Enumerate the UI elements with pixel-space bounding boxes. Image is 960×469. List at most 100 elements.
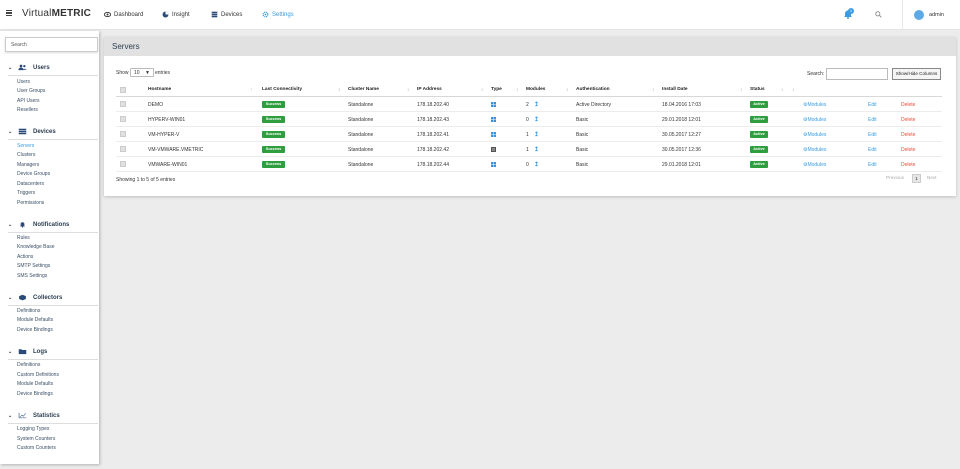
sidebar-item-device-bindings[interactable]: Device Bindings <box>17 327 53 333</box>
row-checkbox[interactable] <box>120 131 126 137</box>
nav-dashboard[interactable]: Dashboard <box>104 11 143 18</box>
column-header-cluster-name[interactable]: Cluster Name <box>348 87 379 92</box>
select-all-checkbox[interactable] <box>120 87 126 93</box>
cell-hostname[interactable]: VM-VMWARE.VMETRIC <box>148 147 203 153</box>
cell-authentication: Active Directory <box>576 102 612 108</box>
nav-settings[interactable]: Settings <box>262 11 294 18</box>
sidebar-search-input[interactable] <box>5 37 98 52</box>
column-header-ip-address[interactable]: IP Address <box>417 87 442 92</box>
delete-link[interactable]: Delete <box>901 162 915 168</box>
column-header-type[interactable]: Type <box>491 87 502 92</box>
section-logs[interactable]: ⌄ Logs <box>8 348 47 355</box>
section-collectors[interactable]: ⌄ Collectors <box>8 294 62 301</box>
sidebar-item-actions[interactable]: Actions <box>17 254 33 260</box>
status-badge: Active <box>750 161 768 168</box>
cell-hostname[interactable]: VMWARE-WIN01 <box>148 162 187 168</box>
sidebar-item-knowledge-base[interactable]: Knowledge Base <box>17 244 55 250</box>
column-header-hostname[interactable]: Hostname <box>148 87 171 92</box>
edit-link[interactable]: Edit <box>868 147 877 153</box>
sort-icon[interactable]: ↕ <box>338 87 340 92</box>
modules-link[interactable]: ⚙Modules <box>803 132 826 138</box>
pagination-next[interactable]: Next <box>927 175 936 180</box>
column-header-status[interactable]: Status <box>750 87 765 92</box>
modules-link[interactable]: ⚙Modules <box>803 147 826 153</box>
sidebar-item-module-defaults[interactable]: Module Defaults <box>17 317 53 323</box>
sort-icon[interactable]: ↕ <box>792 87 794 92</box>
eye-icon <box>104 11 111 18</box>
column-header-authentication[interactable]: Authentication <box>576 87 610 92</box>
user-name[interactable]: admin <box>929 12 944 18</box>
sidebar-item-permissions[interactable]: Permissions <box>17 200 44 206</box>
edit-link[interactable]: Edit <box>868 102 877 108</box>
sidebar-item-api-users[interactable]: API Users <box>17 98 40 104</box>
row-checkbox[interactable] <box>120 161 126 167</box>
search-icon[interactable] <box>875 11 882 18</box>
page-size-select[interactable]: 10 ▼ <box>130 68 154 77</box>
row-checkbox[interactable] <box>120 146 126 152</box>
delete-link[interactable]: Delete <box>901 147 915 153</box>
sidebar-item-servers[interactable]: Servers <box>17 143 34 149</box>
menu-icon[interactable] <box>6 10 12 16</box>
sidebar-item-smtp-settings[interactable]: SMTP Settings <box>17 263 50 269</box>
cell-hostname[interactable]: DEMO <box>148 102 163 108</box>
sidebar-item-device-groups[interactable]: Device Groups <box>17 171 50 177</box>
sidebar-item-datacenters[interactable]: Datacenters <box>17 181 44 187</box>
column-header-modules[interactable]: Modules <box>526 87 545 92</box>
nav-insight[interactable]: Insight <box>162 11 190 18</box>
section-devices[interactable]: ⌄ Devices <box>8 128 56 135</box>
sort-icon[interactable]: ↕ <box>516 87 518 92</box>
sidebar-item-sms-settings[interactable]: SMS Settings <box>17 273 47 279</box>
delete-link[interactable]: Delete <box>901 102 915 108</box>
sidebar-item-resellers[interactable]: Resellers <box>17 107 38 113</box>
row-checkbox[interactable] <box>120 101 126 107</box>
sidebar-item-custom-counters[interactable]: Custom Counters <box>17 445 56 451</box>
sidebar-item-custom-definitions[interactable]: Custom Definitions <box>17 372 59 378</box>
sort-icon[interactable]: ↕ <box>481 87 483 92</box>
sidebar-item-log-definitions[interactable]: Definitions <box>17 362 40 368</box>
table-search-input[interactable] <box>826 68 888 80</box>
sidebar-item-rules[interactable]: Rules <box>17 235 30 241</box>
sort-icon[interactable]: ↕ <box>740 87 742 92</box>
column-header-install-date[interactable]: Install Date <box>662 87 688 92</box>
row-checkbox[interactable] <box>120 116 126 122</box>
sidebar-item-system-counters[interactable]: System Counters <box>17 436 55 442</box>
nav-devices[interactable]: Devices <box>211 11 242 18</box>
pagination-current[interactable]: 1 <box>912 174 921 183</box>
section-statistics[interactable]: ⌄ Statistics <box>8 412 60 419</box>
modules-link[interactable]: ⚙Modules <box>803 117 826 123</box>
cell-hostname[interactable]: HYPERV-WIN01 <box>148 117 185 123</box>
sort-icon[interactable]: ↕ <box>566 87 568 92</box>
show-hide-columns-button[interactable]: Show/Hide Columns <box>892 68 941 80</box>
edit-link[interactable]: Edit <box>868 162 877 168</box>
cell-hostname[interactable]: VM-HYPER-V <box>148 132 179 138</box>
sort-icon[interactable]: ↕ <box>652 87 654 92</box>
column-header-last-connectivity[interactable]: Last Connectivity <box>262 87 302 92</box>
brand-logo[interactable]: VirtualMETRIC <box>22 8 91 19</box>
avatar[interactable] <box>914 10 924 20</box>
edit-link[interactable]: Edit <box>868 132 877 138</box>
edit-link[interactable]: Edit <box>868 117 877 123</box>
sidebar-item-managers[interactable]: Managers <box>17 162 39 168</box>
modules-link[interactable]: ⚙Modules <box>803 162 826 168</box>
section-users[interactable]: ⌄ Users <box>8 64 50 71</box>
sidebar-item-triggers[interactable]: Triggers <box>17 190 35 196</box>
sidebar-item-log-device-bindings[interactable]: Device Bindings <box>17 391 53 397</box>
pagination-previous[interactable]: Previous <box>886 175 904 180</box>
sidebar-item-user-groups[interactable]: User Groups <box>17 88 45 94</box>
sidebar-item-logging-types[interactable]: Logging Types <box>17 426 49 432</box>
section-notifications[interactable]: ⌄ Notifications <box>8 221 69 228</box>
divider <box>8 75 98 76</box>
sort-icon[interactable]: ↑ <box>250 87 252 92</box>
delete-link[interactable]: Delete <box>901 117 915 123</box>
cell-install-date: 29.01.2018 12:01 <box>662 117 701 123</box>
sort-icon[interactable]: ↕ <box>407 87 409 92</box>
sidebar-item-log-module-defaults[interactable]: Module Defaults <box>17 381 53 387</box>
delete-link[interactable]: Delete <box>901 132 915 138</box>
gear-icon <box>262 11 269 18</box>
module-icon: ↥ <box>534 102 540 108</box>
sidebar-item-definitions[interactable]: Definitions <box>17 308 40 314</box>
modules-link[interactable]: ⚙Modules <box>803 102 826 108</box>
sidebar-item-clusters[interactable]: Clusters <box>17 152 35 158</box>
sort-icon[interactable]: ↕ <box>781 87 783 92</box>
sidebar-item-users[interactable]: Users <box>17 79 30 85</box>
